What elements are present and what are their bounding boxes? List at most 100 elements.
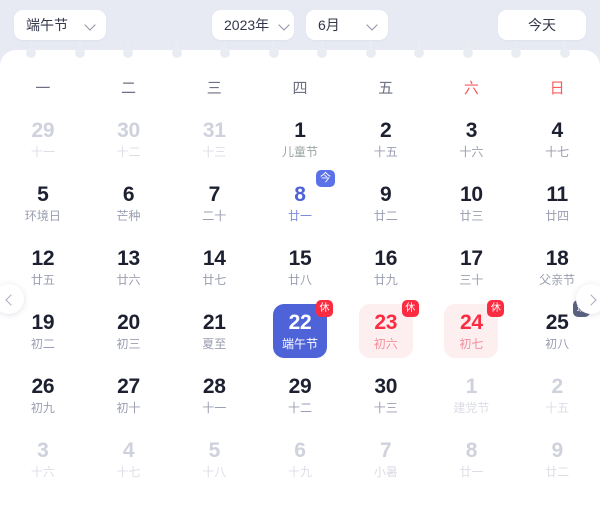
day-inner: 30 十二 <box>102 112 156 166</box>
day-lunar-label: 初十 <box>116 401 141 416</box>
next-month-button[interactable] <box>576 284 600 314</box>
day-cell[interactable]: 1 儿童节 <box>257 107 343 171</box>
day-cell[interactable]: 30 十二 <box>86 107 172 171</box>
binding-pin <box>317 41 327 58</box>
day-inner: 1 儿童节 <box>273 112 327 166</box>
day-cell[interactable]: 21 夏至 <box>171 299 257 363</box>
day-cell[interactable]: 2 十五 <box>343 107 429 171</box>
day-cell[interactable]: 17 三十 <box>429 235 515 299</box>
day-number: 1 <box>294 118 306 142</box>
day-lunar-label: 十一 <box>202 401 227 416</box>
day-cell[interactable]: 5 环境日 <box>0 171 86 235</box>
month-select[interactable]: 6月 <box>306 10 388 40</box>
day-cell[interactable]: 14 廿七 <box>171 235 257 299</box>
day-cell[interactable]: 11 廿四 <box>514 171 600 235</box>
weekday-label-6: 日 <box>549 79 565 97</box>
day-number: 6 <box>294 438 306 462</box>
day-cell[interactable]: 1 建党节 <box>429 363 515 427</box>
day-lunar-label: 十六 <box>30 465 55 480</box>
day-cell[interactable]: 5 十八 <box>171 427 257 491</box>
day-inner: 6 芒种 <box>102 176 156 230</box>
day-cell[interactable]: 28 十一 <box>171 363 257 427</box>
day-number: 31 <box>202 118 226 142</box>
weekday-header: 一二三四五六日 <box>0 67 600 107</box>
day-inner: 4 十七 <box>530 112 584 166</box>
day-cell[interactable]: 30 十三 <box>343 363 429 427</box>
day-cell[interactable]: 20 初三 <box>86 299 172 363</box>
day-cell[interactable]: 29 十二 <box>257 363 343 427</box>
day-cell[interactable]: 7 小暑 <box>343 427 429 491</box>
day-lunar-label: 儿童节 <box>281 145 318 160</box>
binding-pin <box>74 41 85 58</box>
day-lunar-label: 廿一 <box>459 465 484 480</box>
day-lunar-label: 芒种 <box>116 209 141 224</box>
day-number: 12 <box>31 246 55 270</box>
day-cell[interactable]: 22 端午节 休 <box>257 299 343 363</box>
day-cell[interactable]: 8 廿一 <box>429 427 515 491</box>
day-inner: 12 廿五 <box>16 240 70 294</box>
day-number: 10 <box>460 182 483 206</box>
day-cell[interactable]: 15 廿八 <box>257 235 343 299</box>
day-inner: 1 建党节 <box>444 368 498 422</box>
day-inner: 5 十八 <box>187 432 241 486</box>
year-select[interactable]: 2023年 <box>212 10 294 40</box>
day-cell[interactable]: 2 十五 <box>514 363 600 427</box>
day-lunar-label: 初三 <box>116 337 141 352</box>
day-cell[interactable]: 3 十六 <box>0 427 86 491</box>
rest-day-badge: 休 <box>401 300 419 317</box>
day-cell[interactable]: 8 廿一 今 <box>257 170 343 235</box>
binding-pin <box>511 41 521 58</box>
day-number: 26 <box>31 374 55 398</box>
binding-pin <box>123 41 133 58</box>
day-lunar-label: 环境日 <box>24 209 61 224</box>
day-cell[interactable]: 7 二十 <box>171 171 257 235</box>
day-cell[interactable]: 4 十七 <box>514 107 600 171</box>
day-cell[interactable]: 13 廿六 <box>86 235 172 299</box>
day-cell[interactable]: 31 十三 <box>171 107 257 171</box>
day-cell[interactable]: 26 初九 <box>0 363 86 427</box>
day-number: 17 <box>460 246 483 270</box>
day-cell[interactable]: 29 十一 <box>0 107 86 171</box>
day-cell[interactable]: 24 初七 休 <box>429 299 515 363</box>
day-inner: 7 二十 <box>187 176 241 230</box>
day-lunar-label: 端午节 <box>281 337 318 352</box>
day-inner: 20 初三 <box>102 304 156 358</box>
day-inner: 8 廿一 今 <box>273 170 335 230</box>
day-lunar-label: 十五 <box>373 145 398 160</box>
day-number: 25 <box>545 310 569 334</box>
day-number: 27 <box>117 374 140 398</box>
day-cell[interactable]: 3 十六 <box>429 107 515 171</box>
day-lunar-label: 夏至 <box>202 337 227 352</box>
day-cell[interactable]: 16 廿九 <box>343 235 429 299</box>
day-inner: 10 廿三 <box>444 176 498 230</box>
day-number: 16 <box>374 246 398 270</box>
year-select-label: 2023年 <box>224 17 270 33</box>
day-cell[interactable]: 23 初六 休 <box>343 299 429 363</box>
day-cell[interactable]: 6 芒种 <box>86 171 172 235</box>
day-cell[interactable]: 9 廿二 <box>343 171 429 235</box>
day-lunar-label: 廿四 <box>545 209 570 224</box>
today-badge: 今 <box>315 170 335 187</box>
day-cell[interactable]: 10 廿三 <box>429 171 515 235</box>
day-lunar-label: 十五 <box>545 401 570 416</box>
day-lunar-label: 廿五 <box>30 273 55 288</box>
day-cell[interactable]: 6 十九 <box>257 427 343 491</box>
day-number: 14 <box>202 246 226 270</box>
day-lunar-label: 初二 <box>30 337 55 352</box>
day-inner: 24 初七 休 <box>444 300 505 358</box>
day-cell[interactable]: 27 初十 <box>86 363 172 427</box>
day-lunar-label: 初六 <box>373 337 398 352</box>
day-lunar-label: 十八 <box>202 465 227 480</box>
today-button[interactable]: 今天 <box>498 10 586 40</box>
day-cell[interactable]: 4 十七 <box>86 427 172 491</box>
calendar-week-row: 29 十一 30 十二 31 十三 1 儿童节 2 十五 3 十六 4 十七 <box>0 107 600 171</box>
festival-select[interactable]: 端午节 <box>14 10 106 40</box>
day-inner: 29 十二 <box>273 368 327 422</box>
day-cell[interactable]: 9 廿二 <box>514 427 600 491</box>
day-inner: 19 初二 <box>16 304 70 358</box>
day-lunar-label: 十三 <box>202 145 227 160</box>
day-inner: 9 廿二 <box>359 176 413 230</box>
month-select-label: 6月 <box>318 17 340 33</box>
day-lunar-label: 十一 <box>30 145 55 160</box>
day-number: 30 <box>117 118 140 142</box>
